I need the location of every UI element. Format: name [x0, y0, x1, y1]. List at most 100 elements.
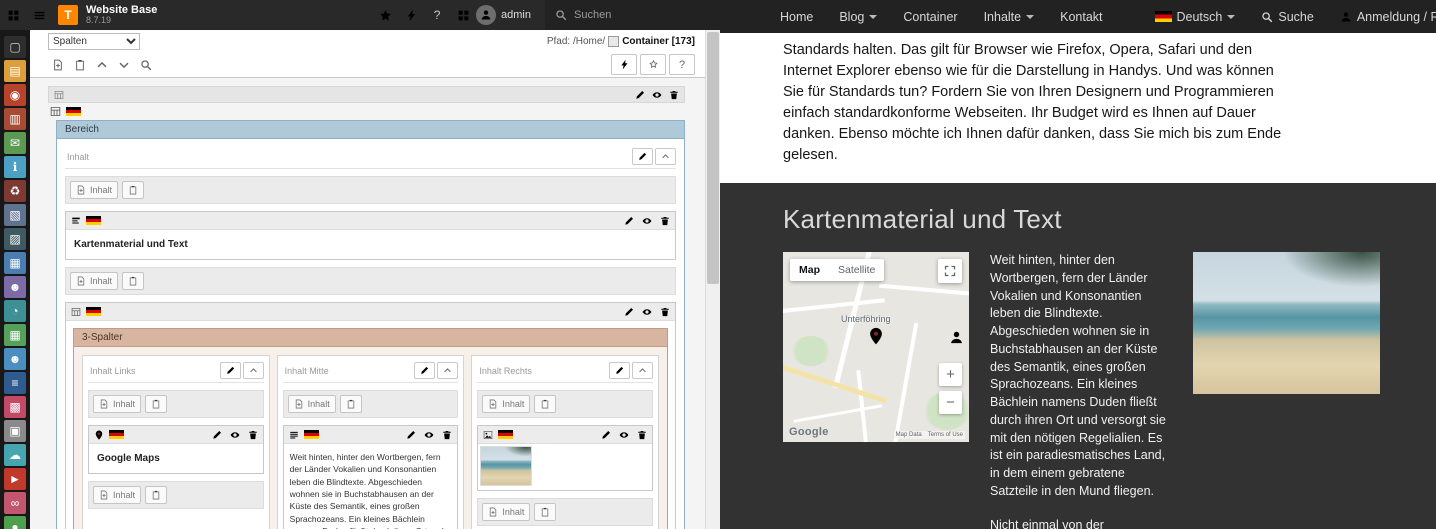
- edit-icon[interactable]: [406, 430, 416, 440]
- paste-content-button[interactable]: [145, 486, 168, 504]
- typo3-logo[interactable]: T: [58, 5, 78, 25]
- collapse-column-button[interactable]: [655, 148, 676, 165]
- help-button[interactable]: ?: [669, 54, 695, 75]
- collapse-column-button[interactable]: [242, 362, 264, 379]
- delete-icon[interactable]: [637, 430, 647, 440]
- zoom-out-button[interactable]: −: [939, 391, 962, 414]
- help-icon[interactable]: ?: [424, 0, 450, 30]
- module-scheduler-icon[interactable]: ◔: [4, 300, 26, 322]
- module-page-icon[interactable]: ▢: [4, 36, 26, 58]
- site-search[interactable]: Suche: [1261, 10, 1314, 24]
- delete-icon[interactable]: [660, 307, 670, 317]
- edit-column-button[interactable]: [609, 362, 631, 379]
- edit-icon[interactable]: [624, 216, 634, 226]
- module-database-icon[interactable]: ≡: [4, 372, 26, 394]
- menu-toggle-icon[interactable]: [26, 0, 52, 30]
- terms-link[interactable]: Terms of Use: [928, 432, 963, 438]
- module-feusers-icon[interactable]: ☻: [4, 348, 26, 370]
- visibility-icon[interactable]: [230, 430, 240, 440]
- paste-icon[interactable]: [70, 55, 90, 74]
- module-mail-icon[interactable]: ✉: [4, 132, 26, 154]
- bookmark-star-icon[interactable]: [372, 0, 398, 30]
- scrollbar-thumb[interactable]: [707, 32, 719, 284]
- system-info-grid-icon[interactable]: [450, 0, 476, 30]
- nav-container[interactable]: Container: [903, 10, 957, 24]
- nav-kontakt[interactable]: Kontakt: [1060, 10, 1102, 24]
- grid-content-element[interactable]: 3-Spalter Inhalt Links Inhalt Google Map…: [65, 302, 676, 529]
- header-element-title[interactable]: Kartenmaterial und Text: [66, 230, 675, 259]
- text-content-element[interactable]: Weit hinten, hinter den Wortbergen, fern…: [282, 425, 459, 529]
- delete-icon[interactable]: [442, 430, 452, 440]
- collapse-column-button[interactable]: [632, 362, 654, 379]
- paste-content-button[interactable]: [534, 395, 557, 413]
- edit-icon[interactable]: [635, 90, 645, 100]
- edit-icon[interactable]: [624, 307, 634, 317]
- move-down-icon[interactable]: [114, 55, 134, 74]
- edit-icon[interactable]: [601, 430, 611, 440]
- nav-home[interactable]: Home: [780, 10, 813, 24]
- module-template-icon[interactable]: ▧: [4, 204, 26, 226]
- breadcrumb-path[interactable]: Pfad: /Home/: [547, 36, 605, 47]
- new-content-icon[interactable]: [48, 55, 68, 74]
- paste-content-button[interactable]: [339, 395, 362, 413]
- fullscreen-button[interactable]: [938, 259, 962, 283]
- area-container-title[interactable]: Bereich: [57, 121, 684, 139]
- login-register[interactable]: Anmeldung / Registrierung: [1340, 10, 1436, 24]
- three-column-title[interactable]: 3-Spalter: [74, 329, 667, 347]
- edit-column-button[interactable]: [219, 362, 241, 379]
- google-map-widget[interactable]: Map Satellite Unterföhring + − Google Ma…: [783, 252, 969, 442]
- visibility-icon[interactable]: [424, 430, 434, 440]
- module-media-icon[interactable]: ▣: [4, 420, 26, 442]
- search-records-icon[interactable]: [136, 55, 156, 74]
- vertical-scrollbar[interactable]: [705, 30, 720, 529]
- module-seo-icon[interactable]: ●: [4, 516, 26, 529]
- module-info-icon[interactable]: ℹ: [4, 156, 26, 178]
- delete-icon[interactable]: [669, 90, 679, 100]
- paste-content-button[interactable]: [534, 503, 557, 521]
- module-recycler-icon[interactable]: ♻: [4, 180, 26, 202]
- clear-cache-button[interactable]: [611, 54, 637, 75]
- paste-content-button[interactable]: [145, 395, 168, 413]
- move-up-icon[interactable]: [92, 55, 112, 74]
- google-maps-element[interactable]: Google Maps: [88, 425, 264, 474]
- module-redirects-icon[interactable]: ►: [4, 468, 26, 490]
- language-switcher[interactable]: Deutsch: [1154, 10, 1236, 24]
- map-marker-icon[interactable]: [867, 324, 885, 348]
- user-avatar[interactable]: [476, 5, 497, 25]
- module-typoscript-icon[interactable]: ▨: [4, 228, 26, 250]
- add-content-button[interactable]: Inhalt: [287, 395, 336, 413]
- bookmark-button[interactable]: [640, 54, 666, 75]
- breadcrumb-record[interactable]: Container [173]: [622, 36, 695, 47]
- module-view-icon[interactable]: ◉: [4, 84, 26, 106]
- modules-toggle-icon[interactable]: [0, 0, 26, 30]
- paste-content-button[interactable]: [122, 272, 145, 290]
- module-filelist-icon[interactable]: ▤: [4, 60, 26, 82]
- google-logo[interactable]: Google: [789, 426, 829, 438]
- collapse-column-button[interactable]: [437, 362, 459, 379]
- google-maps-element-title[interactable]: Google Maps: [89, 444, 263, 473]
- add-content-button[interactable]: Inhalt: [93, 395, 142, 413]
- zoom-in-button[interactable]: +: [939, 363, 962, 386]
- module-list-icon[interactable]: ▥: [4, 108, 26, 130]
- edit-column-button[interactable]: [632, 148, 653, 165]
- add-content-button[interactable]: Inhalt: [93, 486, 142, 504]
- paste-content-button[interactable]: [122, 181, 145, 199]
- module-tables-icon[interactable]: ▦: [4, 252, 26, 274]
- edit-column-button[interactable]: [414, 362, 436, 379]
- header-content-element[interactable]: Kartenmaterial und Text: [65, 211, 676, 260]
- module-dbcheck-icon[interactable]: ▦: [4, 324, 26, 346]
- module-extensions-icon[interactable]: ▩: [4, 396, 26, 418]
- backend-search-field[interactable]: Suchen: [545, 0, 720, 30]
- module-linkvalidator-icon[interactable]: ∞: [4, 492, 26, 514]
- add-content-button[interactable]: Inhalt: [70, 272, 119, 290]
- username[interactable]: admin: [501, 9, 531, 21]
- visibility-icon[interactable]: [652, 90, 662, 100]
- container-element-bar[interactable]: [48, 86, 685, 103]
- edit-icon[interactable]: [212, 430, 222, 440]
- clear-cache-bolt-icon[interactable]: [398, 0, 424, 30]
- add-content-button[interactable]: Inhalt: [482, 395, 531, 413]
- nav-inhalte[interactable]: Inhalte: [984, 10, 1035, 24]
- visibility-icon[interactable]: [619, 430, 629, 440]
- delete-icon[interactable]: [248, 430, 258, 440]
- add-content-button[interactable]: Inhalt: [482, 503, 531, 521]
